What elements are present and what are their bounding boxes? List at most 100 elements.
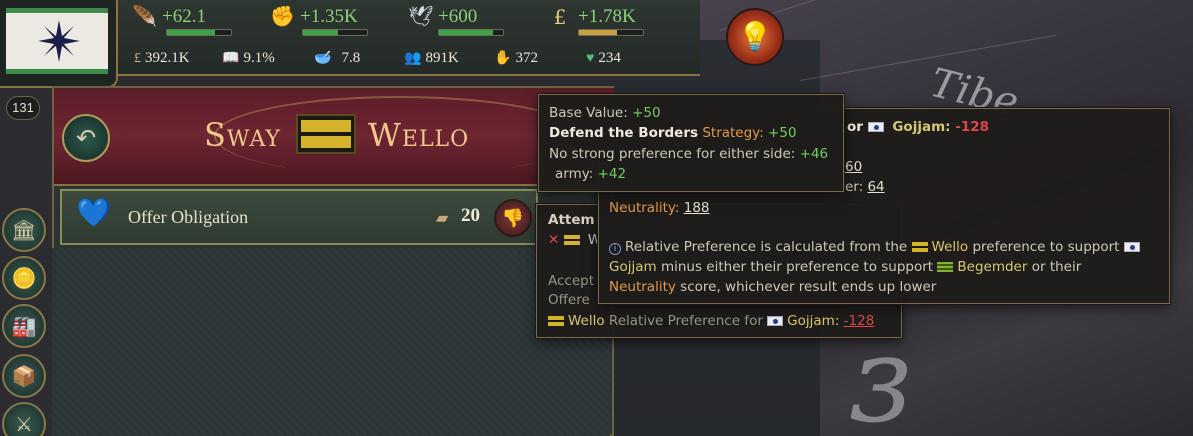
- map-border: [799, 34, 1057, 81]
- lightbulb-icon: 💡: [737, 22, 773, 53]
- dove-icon: 🕊: [408, 6, 434, 28]
- wello-flag-icon: [563, 235, 580, 245]
- panel-title-target: Wello: [368, 116, 470, 154]
- resource-feather[interactable]: 🪶 +62.1: [132, 6, 206, 28]
- resource-progress: [302, 29, 368, 36]
- stat-approval[interactable]: ♥ 234: [586, 50, 621, 67]
- trade-button[interactable]: 📦: [2, 354, 46, 398]
- influence-icon: ✊: [270, 6, 295, 28]
- country-flag[interactable]: [6, 8, 108, 74]
- panel-body: [52, 248, 610, 436]
- begemder-flag-icon: [937, 262, 954, 272]
- back-button[interactable]: ↶: [62, 114, 110, 162]
- back-arrow-icon: ↶: [75, 125, 97, 152]
- resource-value: +1.78K: [578, 6, 636, 27]
- country-flag-frame[interactable]: [0, 0, 118, 88]
- neutrality-row: Neutrality: 188: [609, 200, 710, 216]
- strategy-name: Defend the Borders: [549, 125, 699, 141]
- info-icon: i: [609, 243, 621, 255]
- header-prefix: or: [847, 119, 863, 135]
- note-line-3: Neutrality score, whichever result ends …: [609, 279, 937, 295]
- stat-treasury[interactable]: £ 392.1K: [134, 50, 190, 67]
- factory-icon: 🏭: [11, 315, 37, 338]
- resource-progress: [438, 29, 504, 36]
- counter-badge[interactable]: 131: [6, 96, 40, 120]
- stat-army[interactable]: ✋ 372: [494, 50, 538, 67]
- approval-icon: ♥: [586, 50, 595, 66]
- no-preference-value: +46: [799, 146, 829, 162]
- resource-progress: [578, 29, 644, 36]
- wello-flag-icon: [911, 242, 928, 252]
- government-icon: 🏛: [11, 219, 37, 242]
- strategy-value: +50: [768, 125, 797, 141]
- wello-name: Wello: [568, 313, 605, 329]
- resource-value: +600: [438, 6, 478, 27]
- base-value: +50: [632, 105, 661, 121]
- resource-dove[interactable]: 🕊 +600: [408, 6, 477, 28]
- stat-literacy[interactable]: 📖 9.1%: [222, 50, 275, 67]
- row-value[interactable]: 64: [867, 179, 884, 195]
- header-value: -128: [955, 119, 990, 135]
- tooltip-row: ✕ W: [548, 232, 601, 248]
- obligation-cost-icon: ▰: [436, 210, 449, 227]
- swords-icon: ⚔: [15, 413, 33, 436]
- army-row: army: +42: [555, 166, 627, 182]
- base-value-row: Base Value: +50: [549, 105, 661, 121]
- resource-influence[interactable]: ✊ +1.35K: [270, 6, 358, 28]
- treasury-icon: £: [134, 50, 141, 66]
- coins-icon: 🪙: [11, 267, 37, 290]
- stat-value: 9.1%: [243, 50, 275, 66]
- government-button[interactable]: 🏛: [2, 208, 46, 252]
- neutrality-value[interactable]: 188: [684, 200, 710, 216]
- note-line-1: i Relative Preference is calculated from …: [609, 239, 1144, 255]
- relative-preference-line: Wello Relative Preference for Gojjam: -1…: [548, 313, 874, 329]
- map-region-glyph: ɜ: [850, 310, 912, 436]
- military-button[interactable]: ⚔: [2, 402, 46, 436]
- thumbs-down-icon: 👎: [501, 207, 525, 228]
- stat-value: 234: [598, 50, 621, 66]
- gojjam-flag-icon: [767, 316, 784, 326]
- strategy-row: Defend the Borders Strategy: +50: [549, 125, 797, 141]
- industry-button[interactable]: 🏭: [2, 304, 46, 348]
- wello-flag-icon: [548, 316, 564, 326]
- budget-button[interactable]: 🪙: [2, 256, 46, 300]
- star-emblem-icon: [38, 20, 80, 62]
- feather-icon: 🪶: [132, 6, 157, 28]
- sol-icon: 🥣: [314, 51, 332, 66]
- stat-standard-of-living[interactable]: 🥣 7.8: [314, 50, 360, 67]
- tooltip-base-value: Base Value: +50 Defend the Borders Strat…: [538, 94, 844, 192]
- neutrality-label: Neutrality:: [609, 200, 680, 216]
- note-line-2: Gojjam minus either their preference to …: [609, 259, 1082, 275]
- accept-partial: Accept: [548, 273, 595, 289]
- army-value: +42: [597, 166, 627, 182]
- resource-value: +62.1: [162, 6, 206, 27]
- resource-pound[interactable]: £ +1.78K: [548, 6, 636, 28]
- gojjam-flag-icon: [1123, 242, 1140, 252]
- tooltip-header: or Gojjam: -128: [847, 119, 989, 135]
- lightbulb-alert-button[interactable]: 💡: [726, 8, 784, 66]
- literacy-icon: 📖: [222, 51, 240, 66]
- action-cost: 20: [461, 205, 480, 226]
- wello-flag: [296, 114, 356, 154]
- gojjam-flag-icon: [867, 122, 884, 132]
- decline-button[interactable]: 👎: [494, 199, 532, 237]
- stat-population[interactable]: 👥 891K: [404, 50, 459, 67]
- stat-value: 372: [515, 50, 538, 66]
- preference-row-value[interactable]: 60: [845, 159, 862, 175]
- crate-icon: 📦: [11, 365, 37, 388]
- panel-title-action: Sway: [204, 116, 281, 154]
- resource-progress: [166, 29, 232, 36]
- row-suffix: er:: [845, 179, 864, 195]
- relative-preference-text: Relative Preference for: [608, 313, 763, 329]
- preference-row-2: er: 64: [845, 179, 885, 195]
- action-label: Offer Obligation: [128, 207, 249, 227]
- gojjam-name: Gojjam:: [787, 313, 840, 329]
- offer-partial: Offere: [548, 292, 590, 308]
- left-nav-rail: 🏛 🪙 🏭 📦 ⚔: [0, 190, 54, 436]
- relative-preference-value[interactable]: -128: [844, 313, 875, 329]
- header-country: Gojjam:: [892, 119, 951, 135]
- pound-icon: £: [553, 5, 567, 29]
- resource-value: +1.35K: [300, 6, 358, 27]
- no-preference-row: No strong preference for either side: +4…: [549, 146, 829, 162]
- population-icon: 👥: [404, 51, 422, 66]
